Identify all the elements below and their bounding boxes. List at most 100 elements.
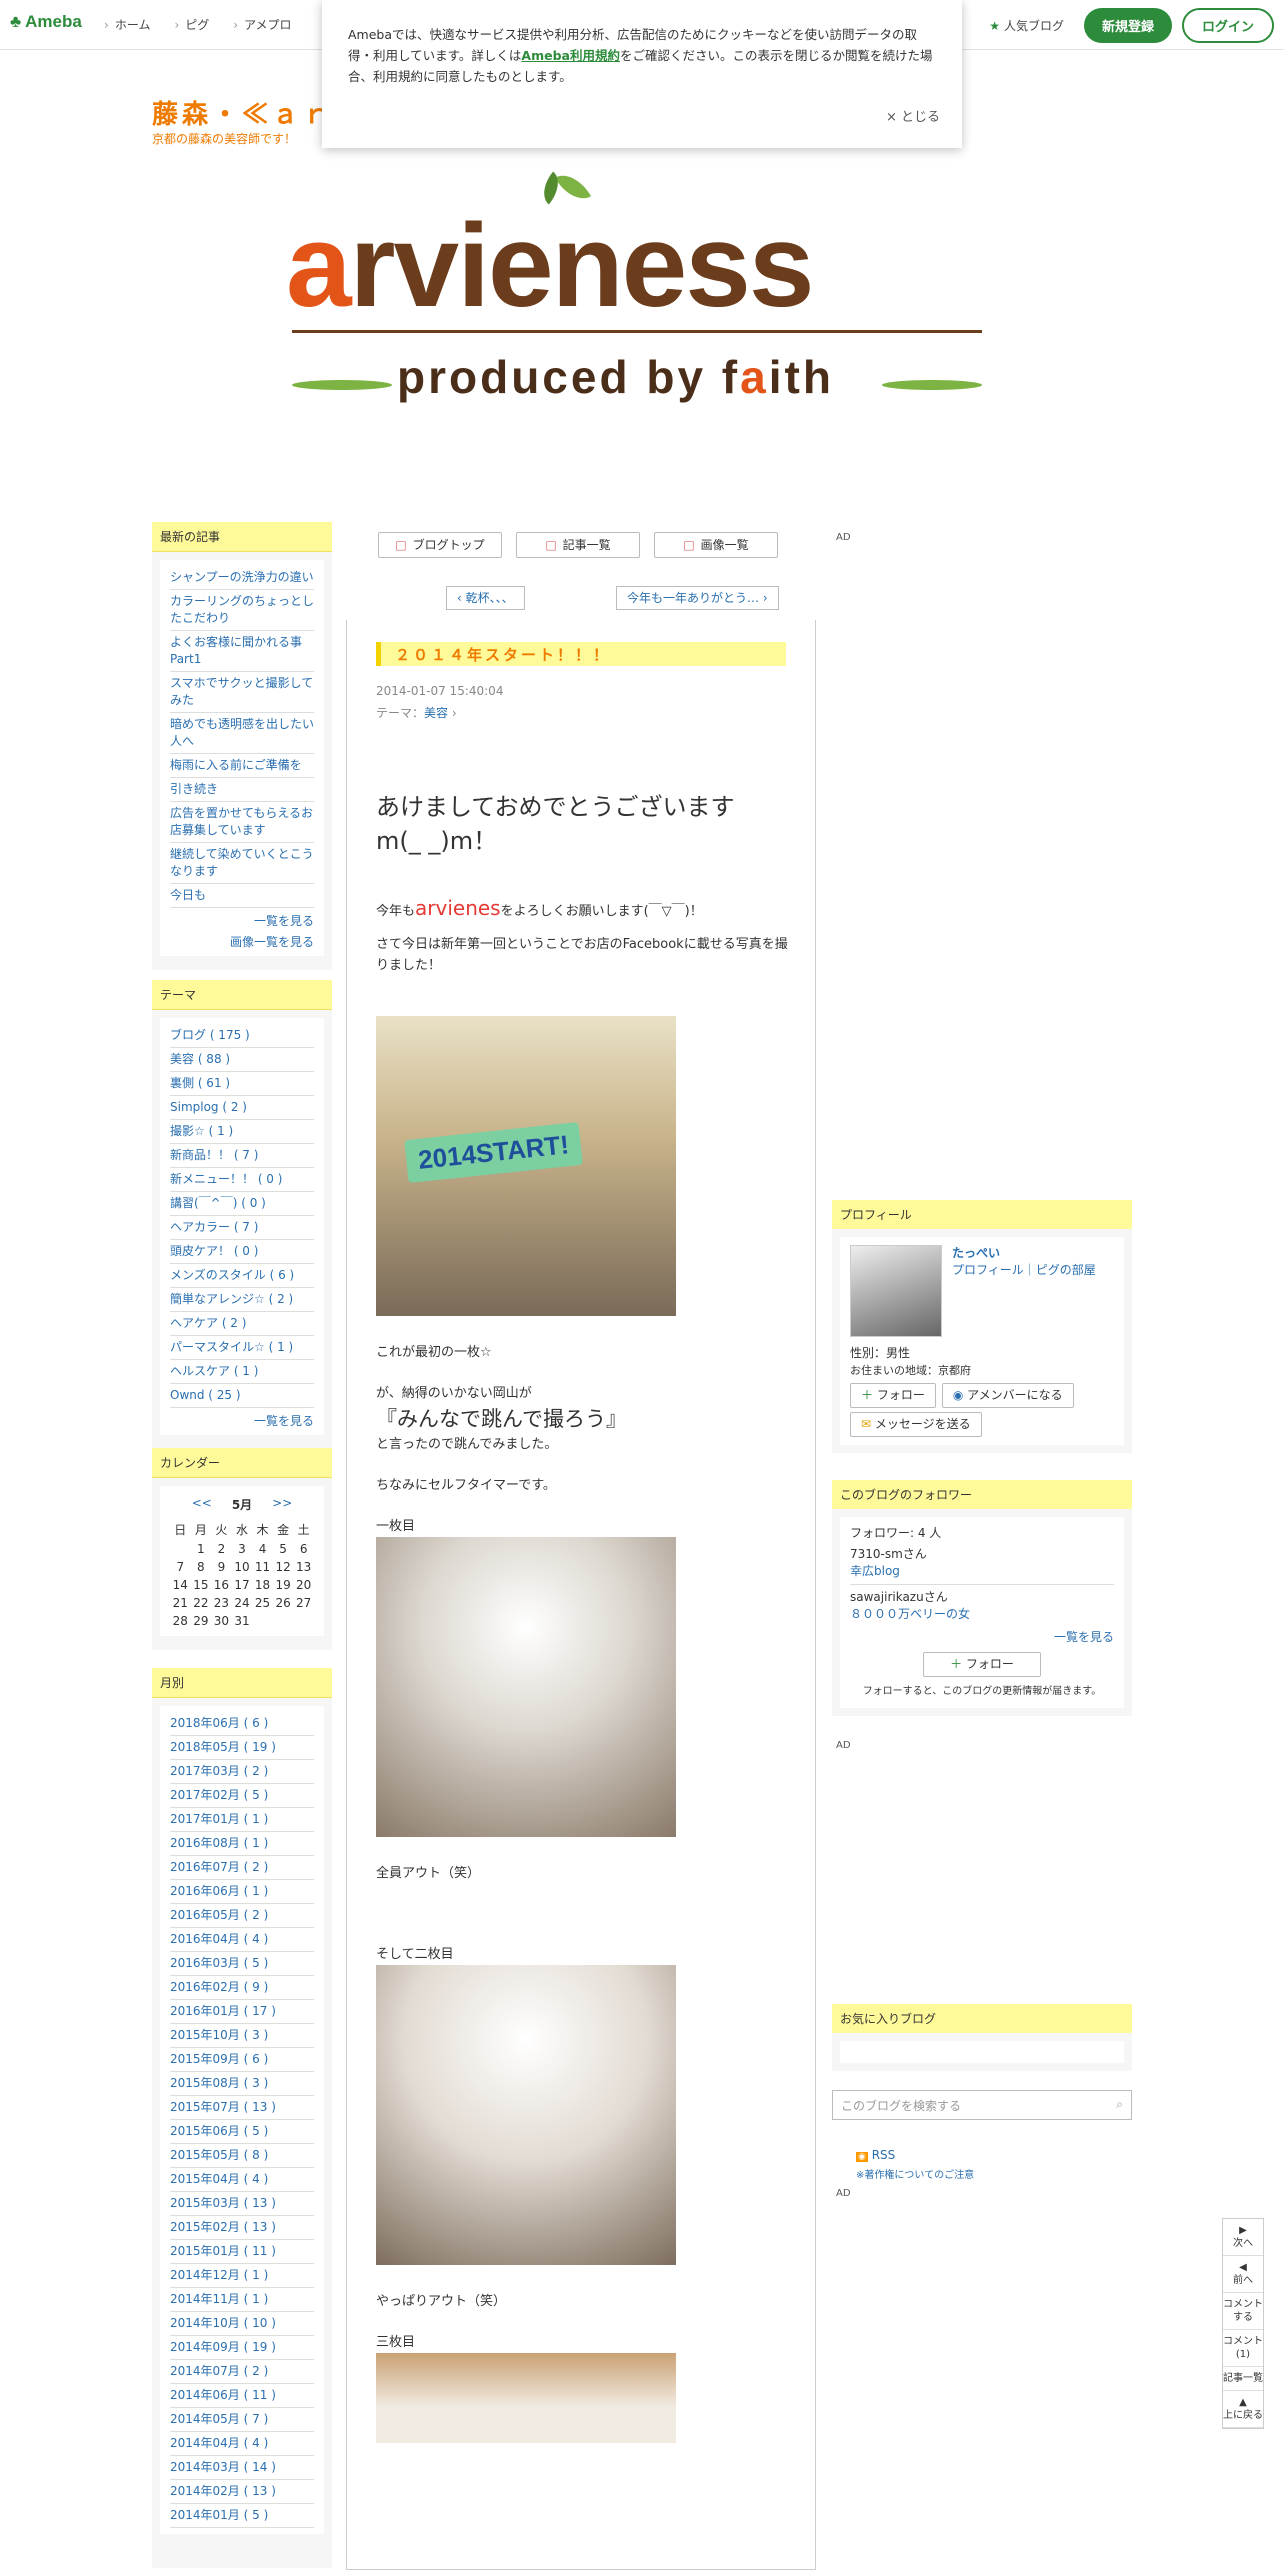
recent-entry[interactable]: よくお客様に聞かれる事 Part1 xyxy=(170,631,314,672)
entry-theme-link[interactable]: 美容 xyxy=(424,706,448,720)
archive-item-link[interactable]: 2014年10月 ( 10 ) xyxy=(170,2316,276,2330)
archive-item[interactable]: 2016年07月 ( 2 ) xyxy=(170,1856,314,1880)
theme-item-link[interactable]: 新メニュー！！ ( 0 ) xyxy=(170,1172,282,1186)
recent-entry-link[interactable]: カラーリングのちょっとしたこだわり xyxy=(170,594,314,625)
archive-item-link[interactable]: 2015年07月 ( 13 ) xyxy=(170,2100,276,2114)
ameba-logo[interactable]: ♣ Ameba xyxy=(10,12,82,32)
profile-links[interactable]: プロフィール｜ピグの部屋 xyxy=(952,1263,1096,1277)
archive-item-link[interactable]: 2016年05月 ( 2 ) xyxy=(170,1908,268,1922)
archive-item[interactable]: 2015年06月 ( 5 ) xyxy=(170,2120,314,2144)
copyright-note-link[interactable]: ※著作権についてのご注意 xyxy=(856,2166,974,2181)
followers-more-link[interactable]: 一覧を見る xyxy=(850,1629,1114,1646)
theme-item-link[interactable]: メンズのスタイル ( 6 ) xyxy=(170,1268,294,1282)
archive-item-link[interactable]: 2018年05月 ( 19 ) xyxy=(170,1740,276,1754)
archive-item-link[interactable]: 2018年06月 ( 6 ) xyxy=(170,1716,268,1730)
archive-item-link[interactable]: 2016年06月 ( 1 ) xyxy=(170,1884,268,1898)
recent-entry[interactable]: 今日も xyxy=(170,884,314,908)
archive-item[interactable]: 2014年03月 ( 14 ) xyxy=(170,2456,314,2480)
recent-entry[interactable]: 広告を置かせてもらえるお店募集しています xyxy=(170,802,314,843)
themes-more-link[interactable]: 一覧を見る xyxy=(170,1412,314,1429)
theme-item[interactable]: 頭皮ケア！ ( 0 ) xyxy=(170,1240,314,1264)
archive-item-link[interactable]: 2015年05月 ( 8 ) xyxy=(170,2148,268,2162)
nav-amepro[interactable]: アメプロ xyxy=(233,16,291,33)
recent-entry-link[interactable]: 暗めでも透明感を出したい人へ xyxy=(170,717,314,748)
theme-item[interactable]: 講習(￣^￣) ( 0 ) xyxy=(170,1192,314,1216)
archive-item-link[interactable]: 2017年02月 ( 5 ) xyxy=(170,1788,268,1802)
recent-entry-link[interactable]: スマホでサクッと撮影してみた xyxy=(170,676,313,707)
archive-item-link[interactable]: 2017年01月 ( 1 ) xyxy=(170,1812,268,1826)
archive-item-link[interactable]: 2016年08月 ( 1 ) xyxy=(170,1836,268,1850)
archive-item-link[interactable]: 2015年10月 ( 3 ) xyxy=(170,2028,268,2042)
recent-entry[interactable]: 梅雨に入る前にご準備を xyxy=(170,754,314,778)
next-entry-link[interactable]: 今年も一年ありがとう… › xyxy=(616,586,779,610)
archive-item[interactable]: 2015年08月 ( 3 ) xyxy=(170,2072,314,2096)
archive-item-link[interactable]: 2014年07月 ( 2 ) xyxy=(170,2364,268,2378)
theme-item-link[interactable]: 撮影☆ ( 1 ) xyxy=(170,1124,233,1138)
archive-item[interactable]: 2014年11月 ( 1 ) xyxy=(170,2288,314,2312)
entry-list-button[interactable]: 記事一覧 xyxy=(516,532,640,558)
archive-item[interactable]: 2014年05月 ( 7 ) xyxy=(170,2408,314,2432)
theme-item-link[interactable]: ヘルスケア ( 1 ) xyxy=(170,1364,258,1378)
archive-item-link[interactable]: 2014年03月 ( 14 ) xyxy=(170,2460,276,2474)
theme-item-link[interactable]: 美容 ( 88 ) xyxy=(170,1052,230,1066)
archive-item-link[interactable]: 2015年04月 ( 4 ) xyxy=(170,2172,268,2186)
popular-blog-link[interactable]: 人気ブログ xyxy=(989,17,1064,34)
theme-item[interactable]: Ownd ( 25 ) xyxy=(170,1384,314,1408)
entry-photo-4[interactable] xyxy=(376,2353,676,2443)
archive-item-link[interactable]: 2015年09月 ( 6 ) xyxy=(170,2052,268,2066)
follow-button[interactable]: ＋ フォロー xyxy=(850,1383,936,1408)
profile-name[interactable]: たっぺい xyxy=(952,1246,1000,1260)
archive-item[interactable]: 2014年06月 ( 11 ) xyxy=(170,2384,314,2408)
login-button[interactable]: ログイン xyxy=(1181,8,1274,43)
archive-item[interactable]: 2017年03月 ( 2 ) xyxy=(170,1760,314,1784)
archive-item[interactable]: 2016年04月 ( 4 ) xyxy=(170,1928,314,1952)
archive-item[interactable]: 2015年01月 ( 11 ) xyxy=(170,2240,314,2264)
archive-item-link[interactable]: 2015年01月 ( 11 ) xyxy=(170,2244,276,2258)
cookie-close-button[interactable]: × とじる xyxy=(886,107,940,128)
archive-item-link[interactable]: 2014年09月 ( 19 ) xyxy=(170,2340,276,2354)
theme-item[interactable]: パーマスタイル☆ ( 1 ) xyxy=(170,1336,314,1360)
recent-more-link[interactable]: 一覧を見る xyxy=(170,912,314,929)
archive-item[interactable]: 2014年09月 ( 19 ) xyxy=(170,2336,314,2360)
archive-item-link[interactable]: 2016年03月 ( 5 ) xyxy=(170,1956,268,1970)
blog-header-image[interactable]: arvieness produced by faith xyxy=(272,150,1012,430)
archive-item[interactable]: 2015年04月 ( 4 ) xyxy=(170,2168,314,2192)
follow-blog-button[interactable]: ＋ フォロー xyxy=(923,1652,1041,1677)
rss-link[interactable]: ◉ RSS xyxy=(856,2148,895,2162)
terms-link[interactable]: Ameba利用規約 xyxy=(521,48,620,63)
theme-item-link[interactable]: Ownd ( 25 ) xyxy=(170,1388,241,1402)
follower-blog-link[interactable]: ８０００万ベリーの女 xyxy=(850,1607,970,1621)
archive-item[interactable]: 2016年05月 ( 2 ) xyxy=(170,1904,314,1928)
archive-item[interactable]: 2014年01月 ( 5 ) xyxy=(170,2504,314,2528)
archive-item-link[interactable]: 2015年03月 ( 13 ) xyxy=(170,2196,276,2210)
archive-item[interactable]: 2016年03月 ( 5 ) xyxy=(170,1952,314,1976)
archive-item-link[interactable]: 2014年11月 ( 1 ) xyxy=(170,2292,268,2306)
prev-entry-link[interactable]: ‹ 乾杯、、、 xyxy=(446,586,525,610)
archive-item[interactable]: 2014年10月 ( 10 ) xyxy=(170,2312,314,2336)
recent-entry-link[interactable]: 継続して染めていくとこうなります xyxy=(170,847,314,878)
prev-button[interactable]: ◀ 前へ xyxy=(1223,2256,1263,2293)
theme-item[interactable]: Simplog ( 2 ) xyxy=(170,1096,314,1120)
recent-entry[interactable]: 暗めでも透明感を出したい人へ xyxy=(170,713,314,754)
archive-item[interactable]: 2017年01月 ( 1 ) xyxy=(170,1808,314,1832)
archive-item[interactable]: 2014年07月 ( 2 ) xyxy=(170,2360,314,2384)
archive-item[interactable]: 2015年10月 ( 3 ) xyxy=(170,2024,314,2048)
archive-item-link[interactable]: 2014年12月 ( 1 ) xyxy=(170,2268,268,2282)
theme-item[interactable]: 美容 ( 88 ) xyxy=(170,1048,314,1072)
archive-item[interactable]: 2016年08月 ( 1 ) xyxy=(170,1832,314,1856)
theme-item-link[interactable]: ヘアカラー ( 7 ) xyxy=(170,1220,258,1234)
theme-item[interactable]: 新メニュー！！ ( 0 ) xyxy=(170,1168,314,1192)
theme-item-link[interactable]: ブログ ( 175 ) xyxy=(170,1028,250,1042)
archive-item[interactable]: 2017年02月 ( 5 ) xyxy=(170,1784,314,1808)
recent-entry[interactable]: 継続して染めていくとこうなります xyxy=(170,843,314,884)
entry-list-float-button[interactable]: 記事一覧 xyxy=(1223,2367,1263,2391)
theme-item[interactable]: 新商品！！ ( 7 ) xyxy=(170,1144,314,1168)
archive-item-link[interactable]: 2016年07月 ( 2 ) xyxy=(170,1860,268,1874)
image-list-button[interactable]: 画像一覧 xyxy=(654,532,778,558)
nav-home[interactable]: ホーム xyxy=(104,16,151,33)
archive-item-link[interactable]: 2016年04月 ( 4 ) xyxy=(170,1932,268,1946)
archive-item-link[interactable]: 2016年01月 ( 17 ) xyxy=(170,2004,276,2018)
theme-item[interactable]: メンズのスタイル ( 6 ) xyxy=(170,1264,314,1288)
theme-item[interactable]: ヘアカラー ( 7 ) xyxy=(170,1216,314,1240)
recent-entry[interactable]: シャンプーの洗浄力の違い xyxy=(170,566,314,590)
